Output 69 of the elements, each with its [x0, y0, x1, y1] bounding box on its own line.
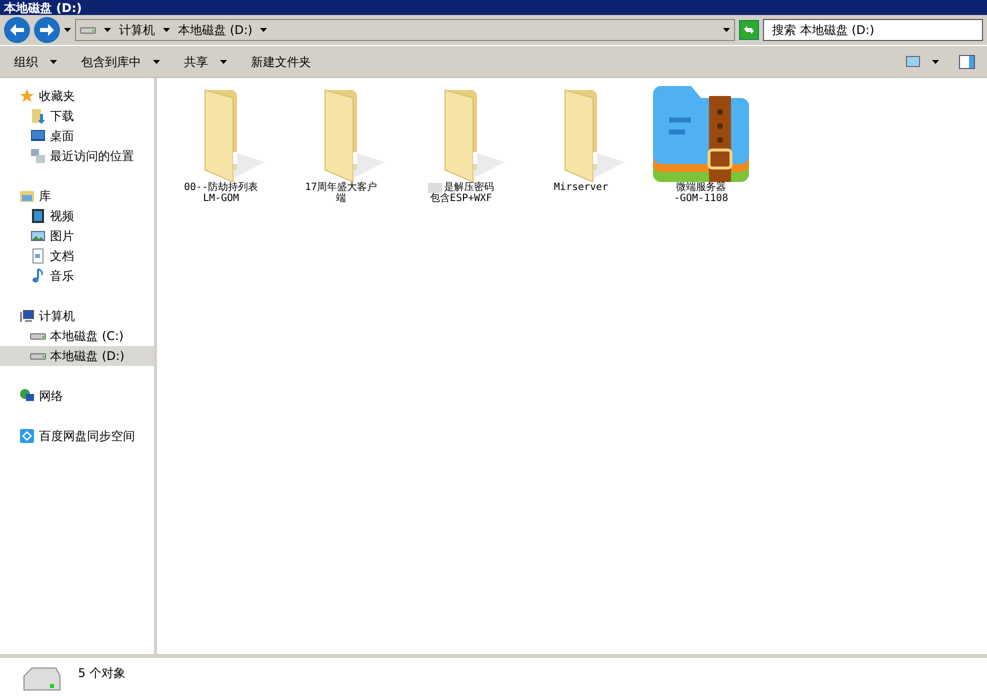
- history-caret-icon: [64, 28, 71, 32]
- search-field[interactable]: 搜索 本地磁盘 (D:): [763, 19, 983, 41]
- sidebar-item[interactable]: 计算机: [0, 306, 154, 326]
- file-item[interactable]: 是解压密码 包含ESP+WXF: [417, 82, 505, 204]
- library-folder-icon: [19, 188, 35, 204]
- status-text: 5 个对象: [78, 665, 126, 682]
- caret-icon: [260, 28, 268, 32]
- document-icon: [30, 248, 46, 264]
- drive-icon: [30, 332, 46, 340]
- zip-archive-icon: [653, 86, 749, 182]
- desktop-icon: [30, 128, 46, 144]
- refresh-button[interactable]: [739, 20, 759, 40]
- caret-icon: [50, 60, 57, 64]
- star-icon: [19, 88, 35, 104]
- file-item[interactable]: Mirserver: [537, 82, 625, 193]
- sidebar-item[interactable]: 图片: [0, 226, 154, 246]
- toolbar-button[interactable]: 共享: [178, 50, 233, 74]
- forward-button[interactable]: [34, 17, 60, 43]
- sidebar-item[interactable]: 收藏夹: [0, 86, 154, 106]
- file-name: 00--防劫持列表: [184, 182, 258, 193]
- toolbar-button[interactable]: 组织: [8, 50, 63, 74]
- caret-icon: [163, 28, 170, 32]
- sidebar-item[interactable]: 音乐: [0, 266, 154, 286]
- sidebar-item[interactable]: 视频: [0, 206, 154, 226]
- caret-icon: [153, 60, 160, 64]
- sidebar-item[interactable]: 本地磁盘 (C:): [0, 326, 154, 346]
- caret-icon: [932, 60, 939, 64]
- address-bar[interactable]: 计算机 本地磁盘 (D:): [75, 19, 735, 41]
- file-item[interactable]: 微端服务器 -GOM-1108: [657, 82, 745, 204]
- pane-layout-icon: [959, 54, 975, 68]
- address-segment[interactable]: 计算机: [119, 21, 155, 39]
- sidebar-item[interactable]: 文档: [0, 246, 154, 266]
- address-segment[interactable]: 本地磁盘 (D:): [178, 21, 252, 39]
- film-icon: [30, 208, 46, 224]
- file-item[interactable]: 17周年盛大客户 端: [297, 82, 385, 204]
- refresh-icon: [743, 24, 755, 36]
- file-name: 17周年盛大客户: [304, 182, 378, 193]
- sidebar-item[interactable]: 下载: [0, 106, 154, 126]
- dropdown-caret-icon: [723, 28, 730, 32]
- file-name: 端: [336, 193, 346, 204]
- sidebar-item[interactable]: 最近访问的位置: [0, 146, 154, 166]
- back-button[interactable]: [4, 17, 30, 43]
- file-name: -GOM-1108: [674, 193, 728, 204]
- forward-arrow-icon: [40, 24, 54, 36]
- caret-icon: [104, 28, 111, 32]
- drive-icon: [80, 26, 96, 34]
- drive-icon: [30, 352, 46, 360]
- caret-icon: [220, 60, 227, 64]
- sidebar-item[interactable]: 百度网盘同步空间: [0, 426, 154, 446]
- toolbar-button[interactable]: 新建文件夹: [245, 50, 317, 74]
- file-item[interactable]: 00--防劫持列表 LM-GOM: [177, 82, 265, 204]
- picture-icon: [906, 56, 920, 67]
- sidebar-item[interactable]: 桌面: [0, 126, 154, 146]
- file-name: 包含ESP+WXF: [430, 193, 492, 204]
- window-title: 本地磁盘 (D:): [4, 0, 82, 14]
- back-arrow-icon: [10, 24, 24, 36]
- sidebar-item[interactable]: 网络: [0, 386, 154, 406]
- cloud-sync-icon: [19, 428, 35, 444]
- picture-icon: [30, 228, 46, 244]
- computer-icon: [19, 308, 35, 324]
- file-name: Mirserver: [554, 182, 608, 193]
- file-name: LM-GOM: [202, 193, 240, 204]
- sidebar-item[interactable]: 本地磁盘 (D:): [0, 346, 154, 366]
- folder-download-icon: [30, 108, 46, 124]
- toolbar-button[interactable]: 包含到库中: [75, 50, 166, 74]
- music-note-icon: [30, 268, 46, 284]
- file-name: 微端服务器: [676, 182, 726, 193]
- file-name: 是解压密码: [444, 182, 494, 193]
- sidebar-item[interactable]: 库: [0, 186, 154, 206]
